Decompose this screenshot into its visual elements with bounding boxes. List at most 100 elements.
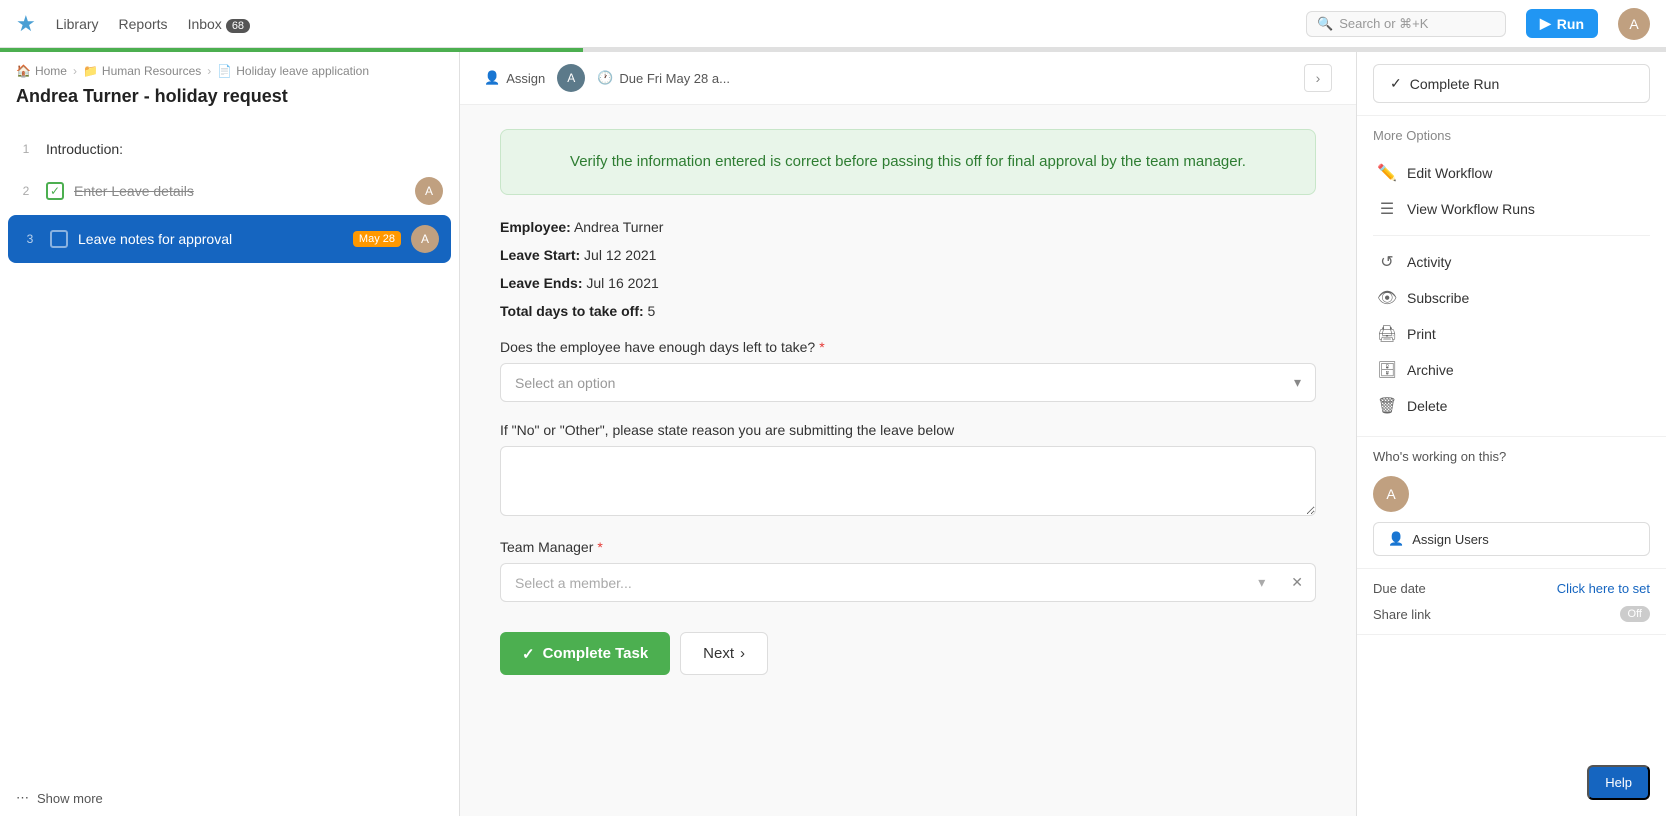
run-button[interactable]: ▶ Run <box>1526 9 1598 38</box>
share-toggle[interactable]: Off <box>1620 606 1650 622</box>
question-section: Does the employee have enough days left … <box>500 339 1316 402</box>
member-clear-button[interactable]: ✕ <box>1279 563 1316 602</box>
due-date-label: Due date <box>1373 581 1426 596</box>
step-2-avatar: A <box>415 177 443 205</box>
more-options-title: More Options <box>1373 128 1650 143</box>
complete-run-button[interactable]: ✓ Complete Run <box>1373 64 1650 103</box>
next-button[interactable]: Next › <box>680 632 768 675</box>
inbox-badge: 68 <box>226 19 250 33</box>
share-row: Share link Off <box>1373 606 1650 622</box>
total-days-row: Total days to take off: 5 <box>500 303 1316 319</box>
breadcrumb-sep-2: › <box>207 64 211 78</box>
step-3[interactable]: 3 Leave notes for approval May 28 A <box>8 215 451 263</box>
next-arrow-icon: › <box>740 645 745 662</box>
option-select-wrapper: Select an option ▾ <box>500 363 1316 402</box>
form-area: Verify the information entered is correc… <box>460 105 1356 816</box>
leave-start-row: Leave Start: Jul 12 2021 <box>500 247 1316 263</box>
due-date-bar: 🕐 Due Fri May 28 a... <box>597 70 730 86</box>
main-layout: 🏠 Home › 📁 Human Resources › 📄 Holiday l… <box>0 52 1666 816</box>
required-star-1: * <box>819 339 824 355</box>
check-icon: ✓ <box>50 184 60 198</box>
right-sidebar: ✓ Complete Run More Options ✏️ Edit Work… <box>1356 52 1666 816</box>
chevron-down-icon: ▾ <box>1294 374 1301 391</box>
menu-delete[interactable]: 🗑 Delete <box>1373 388 1650 424</box>
menu-archive[interactable]: 🗄 Archive <box>1373 352 1650 388</box>
step-2-content: Enter Leave details <box>74 183 405 199</box>
edit-icon: ✏️ <box>1377 163 1397 183</box>
breadcrumb: 🏠 Home › 📁 Human Resources › 📄 Holiday l… <box>0 52 459 86</box>
question-label: Does the employee have enough days left … <box>500 339 1316 355</box>
center-content: 👤 Assign A 🕐 Due Fri May 28 a... › Verif… <box>460 52 1356 816</box>
info-banner: Verify the information entered is correc… <box>500 129 1316 195</box>
user-avatar[interactable]: A <box>1618 8 1650 40</box>
step-1[interactable]: 1 Introduction: <box>0 131 459 167</box>
show-more[interactable]: ⋯ Show more <box>0 780 459 816</box>
menu-subscribe[interactable]: 👁 Subscribe <box>1373 280 1650 316</box>
reason-textarea[interactable] <box>500 446 1316 516</box>
delete-icon: 🗑 <box>1377 396 1397 416</box>
search-icon: 🔍 <box>1317 16 1333 32</box>
team-manager-section: Team Manager * Select a member... ▾ ✕ <box>500 539 1316 602</box>
nav-reports[interactable]: Reports <box>119 16 168 32</box>
team-manager-label: Team Manager * <box>500 539 1316 555</box>
top-nav: ★ Library Reports Inbox68 🔍 Search or ⌘+… <box>0 0 1666 48</box>
top-bar: 👤 Assign A 🕐 Due Fri May 28 a... › <box>460 52 1356 105</box>
help-button[interactable]: Help <box>1587 765 1650 800</box>
step-3-avatar: A <box>411 225 439 253</box>
working-section: Who's working on this? A 👤 Assign Users <box>1357 437 1666 569</box>
assign-users-button[interactable]: 👤 Assign Users <box>1373 522 1650 556</box>
user-plus-icon: 👤 <box>1388 531 1404 547</box>
breadcrumb-page[interactable]: 📄 Holiday leave application <box>217 64 369 78</box>
step-2-number: 2 <box>16 184 36 198</box>
menu-edit-workflow[interactable]: ✏️ Edit Workflow <box>1373 155 1650 191</box>
leave-ends-row: Leave Ends: Jul 16 2021 <box>500 275 1316 291</box>
working-title: Who's working on this? <box>1373 449 1650 464</box>
step-3-badge: May 28 <box>353 231 401 247</box>
option-select[interactable]: Select an option ▾ <box>500 363 1316 402</box>
member-input[interactable]: Select a member... ▾ <box>500 563 1279 602</box>
member-select: Select a member... ▾ ✕ <box>500 563 1316 602</box>
menu-print[interactable]: 🖨 Print <box>1373 316 1650 352</box>
worker-avatar: A <box>1373 476 1409 512</box>
home-icon: 🏠 <box>16 64 31 78</box>
breadcrumb-home[interactable]: 🏠 Home <box>16 64 67 78</box>
menu-view-workflow-runs[interactable]: ☰ View Workflow Runs <box>1373 191 1650 227</box>
due-date-row: Due date Click here to set <box>1373 581 1650 596</box>
steps-list: 1 Introduction: 2 ✓ Enter Leave details … <box>0 123 459 780</box>
assign-button[interactable]: 👤 Assign <box>484 70 545 86</box>
more-options-section: More Options ✏️ Edit Workflow ☰ View Wor… <box>1357 116 1666 437</box>
step-2-label: Enter Leave details <box>74 183 194 199</box>
archive-icon: 🗄 <box>1377 360 1397 380</box>
action-buttons: ✓ Complete Task Next › <box>500 632 1316 675</box>
reason-section: If "No" or "Other", please state reason … <box>500 422 1316 519</box>
breadcrumb-section[interactable]: 📁 Human Resources <box>83 64 201 78</box>
print-icon: 🖨 <box>1377 324 1397 344</box>
complete-run-section: ✓ Complete Run <box>1357 52 1666 116</box>
assign-icon: 👤 <box>484 70 500 86</box>
step-1-label: Introduction: <box>46 141 123 157</box>
folder-icon: 📁 <box>83 64 98 78</box>
activity-icon: ↺ <box>1377 252 1397 272</box>
complete-task-button[interactable]: ✓ Complete Task <box>500 632 670 675</box>
step-3-content: Leave notes for approval <box>78 231 343 247</box>
page-title: Andrea Turner - holiday request <box>0 86 459 123</box>
member-chevron-icon: ▾ <box>1258 574 1265 591</box>
search-bar[interactable]: 🔍 Search or ⌘+K <box>1306 11 1506 37</box>
clock-icon: 🕐 <box>597 70 613 86</box>
step-3-number: 3 <box>20 232 40 246</box>
doc-icon: 📄 <box>217 64 232 78</box>
nav-library[interactable]: Library <box>56 16 99 32</box>
due-date-link[interactable]: Click here to set <box>1557 581 1650 596</box>
share-label: Share link <box>1373 607 1431 622</box>
step-2[interactable]: 2 ✓ Enter Leave details A <box>0 167 459 215</box>
step-3-checkbox <box>50 230 68 248</box>
nav-inbox[interactable]: Inbox68 <box>188 16 251 32</box>
complete-run-check-icon: ✓ <box>1390 75 1402 92</box>
assign-avatar: A <box>557 64 585 92</box>
menu-activity[interactable]: ↺ Activity <box>1373 244 1650 280</box>
table-icon: ☰ <box>1377 199 1397 219</box>
eye-icon: 👁 <box>1377 288 1397 308</box>
search-placeholder: Search or ⌘+K <box>1339 16 1428 32</box>
collapse-button[interactable]: › <box>1304 64 1332 92</box>
employee-row: Employee: Andrea Turner <box>500 219 1316 235</box>
